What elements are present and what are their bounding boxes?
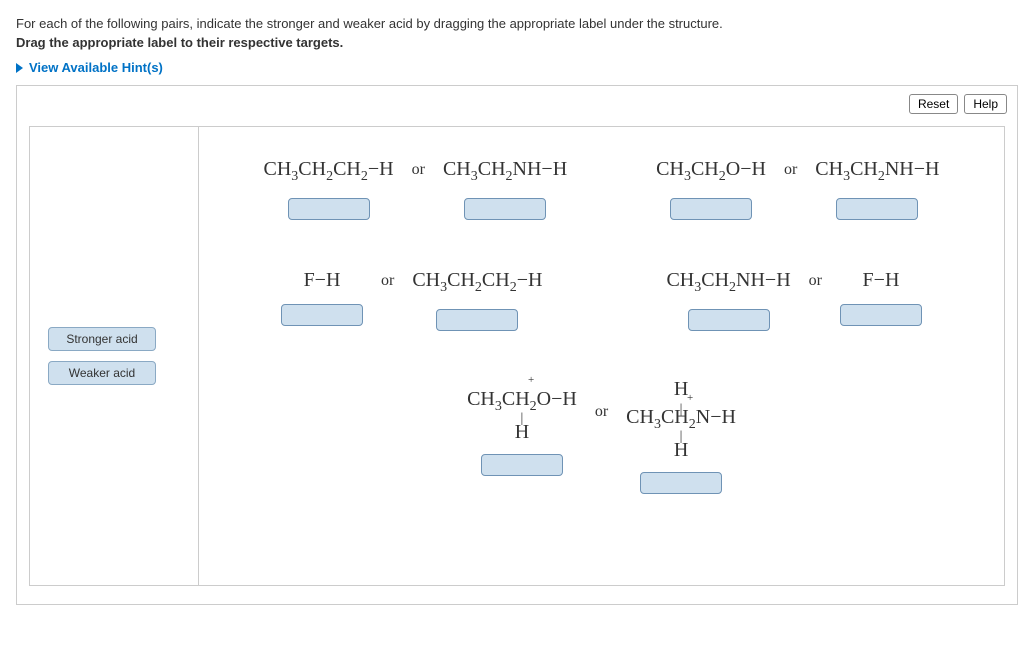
- dropzone-p2a[interactable]: [670, 198, 752, 220]
- dropzone-p5b[interactable]: [640, 472, 722, 494]
- reset-button[interactable]: Reset: [909, 94, 958, 114]
- pair-1: CH3CH2CH2−H or CH3CH2NH−H: [264, 157, 568, 220]
- pair-5: + CH3CH2O−H | H or H |+ CH3CH2N−H: [467, 379, 736, 494]
- or-text: or: [412, 161, 425, 179]
- or-text: or: [381, 272, 394, 290]
- instruction-line-2: Drag the appropriate label to their resp…: [16, 35, 1018, 50]
- formula-p2b: CH3CH2NH−H: [815, 157, 939, 186]
- or-text: or: [595, 403, 608, 421]
- dropzone-p4a[interactable]: [688, 309, 770, 331]
- instructions-block: For each of the following pairs, indicat…: [16, 16, 1018, 50]
- dropzone-p4b[interactable]: [840, 304, 922, 326]
- instruction-line-1: For each of the following pairs, indicat…: [16, 16, 1018, 31]
- dropzone-p1a[interactable]: [288, 198, 370, 220]
- formula-p3b: CH3CH2CH2−H: [412, 268, 542, 297]
- formula-p5b: H |+ CH3CH2N−H | H: [626, 379, 736, 460]
- dropzone-p3b[interactable]: [436, 309, 518, 331]
- dropzone-p2b[interactable]: [836, 198, 918, 220]
- chevron-right-icon: [16, 63, 23, 73]
- formula-p4b: F−H: [863, 268, 900, 292]
- formula-p2a: CH3CH2O−H: [656, 157, 766, 186]
- formula-p5a: + CH3CH2O−H | H: [467, 379, 577, 442]
- dropzone-p3a[interactable]: [281, 304, 363, 326]
- drop-canvas: CH3CH2CH2−H or CH3CH2NH−H CH3CH2O−H or: [199, 126, 1005, 586]
- draggable-weaker-acid[interactable]: Weaker acid: [48, 361, 156, 385]
- work-area: Reset Help Stronger acid Weaker acid CH3…: [16, 85, 1018, 605]
- formula-p1a: CH3CH2CH2−H: [264, 157, 394, 186]
- help-button[interactable]: Help: [964, 94, 1007, 114]
- or-text: or: [784, 161, 797, 179]
- dropzone-p5a[interactable]: [481, 454, 563, 476]
- formula-p3a: F−H: [304, 268, 341, 292]
- pair-3: F−H or CH3CH2CH2−H: [281, 268, 542, 331]
- pair-2: CH3CH2O−H or CH3CH2NH−H: [656, 157, 939, 220]
- dropzone-p1b[interactable]: [464, 198, 546, 220]
- pair-4: CH3CH2NH−H or F−H: [666, 268, 922, 331]
- formula-p1b: CH3CH2NH−H: [443, 157, 567, 186]
- view-hints-toggle[interactable]: View Available Hint(s): [16, 60, 163, 75]
- draggable-stronger-acid[interactable]: Stronger acid: [48, 327, 156, 351]
- formula-p4a: CH3CH2NH−H: [666, 268, 790, 297]
- or-text: or: [809, 272, 822, 290]
- hints-label: View Available Hint(s): [29, 60, 163, 75]
- labels-panel: Stronger acid Weaker acid: [29, 126, 199, 586]
